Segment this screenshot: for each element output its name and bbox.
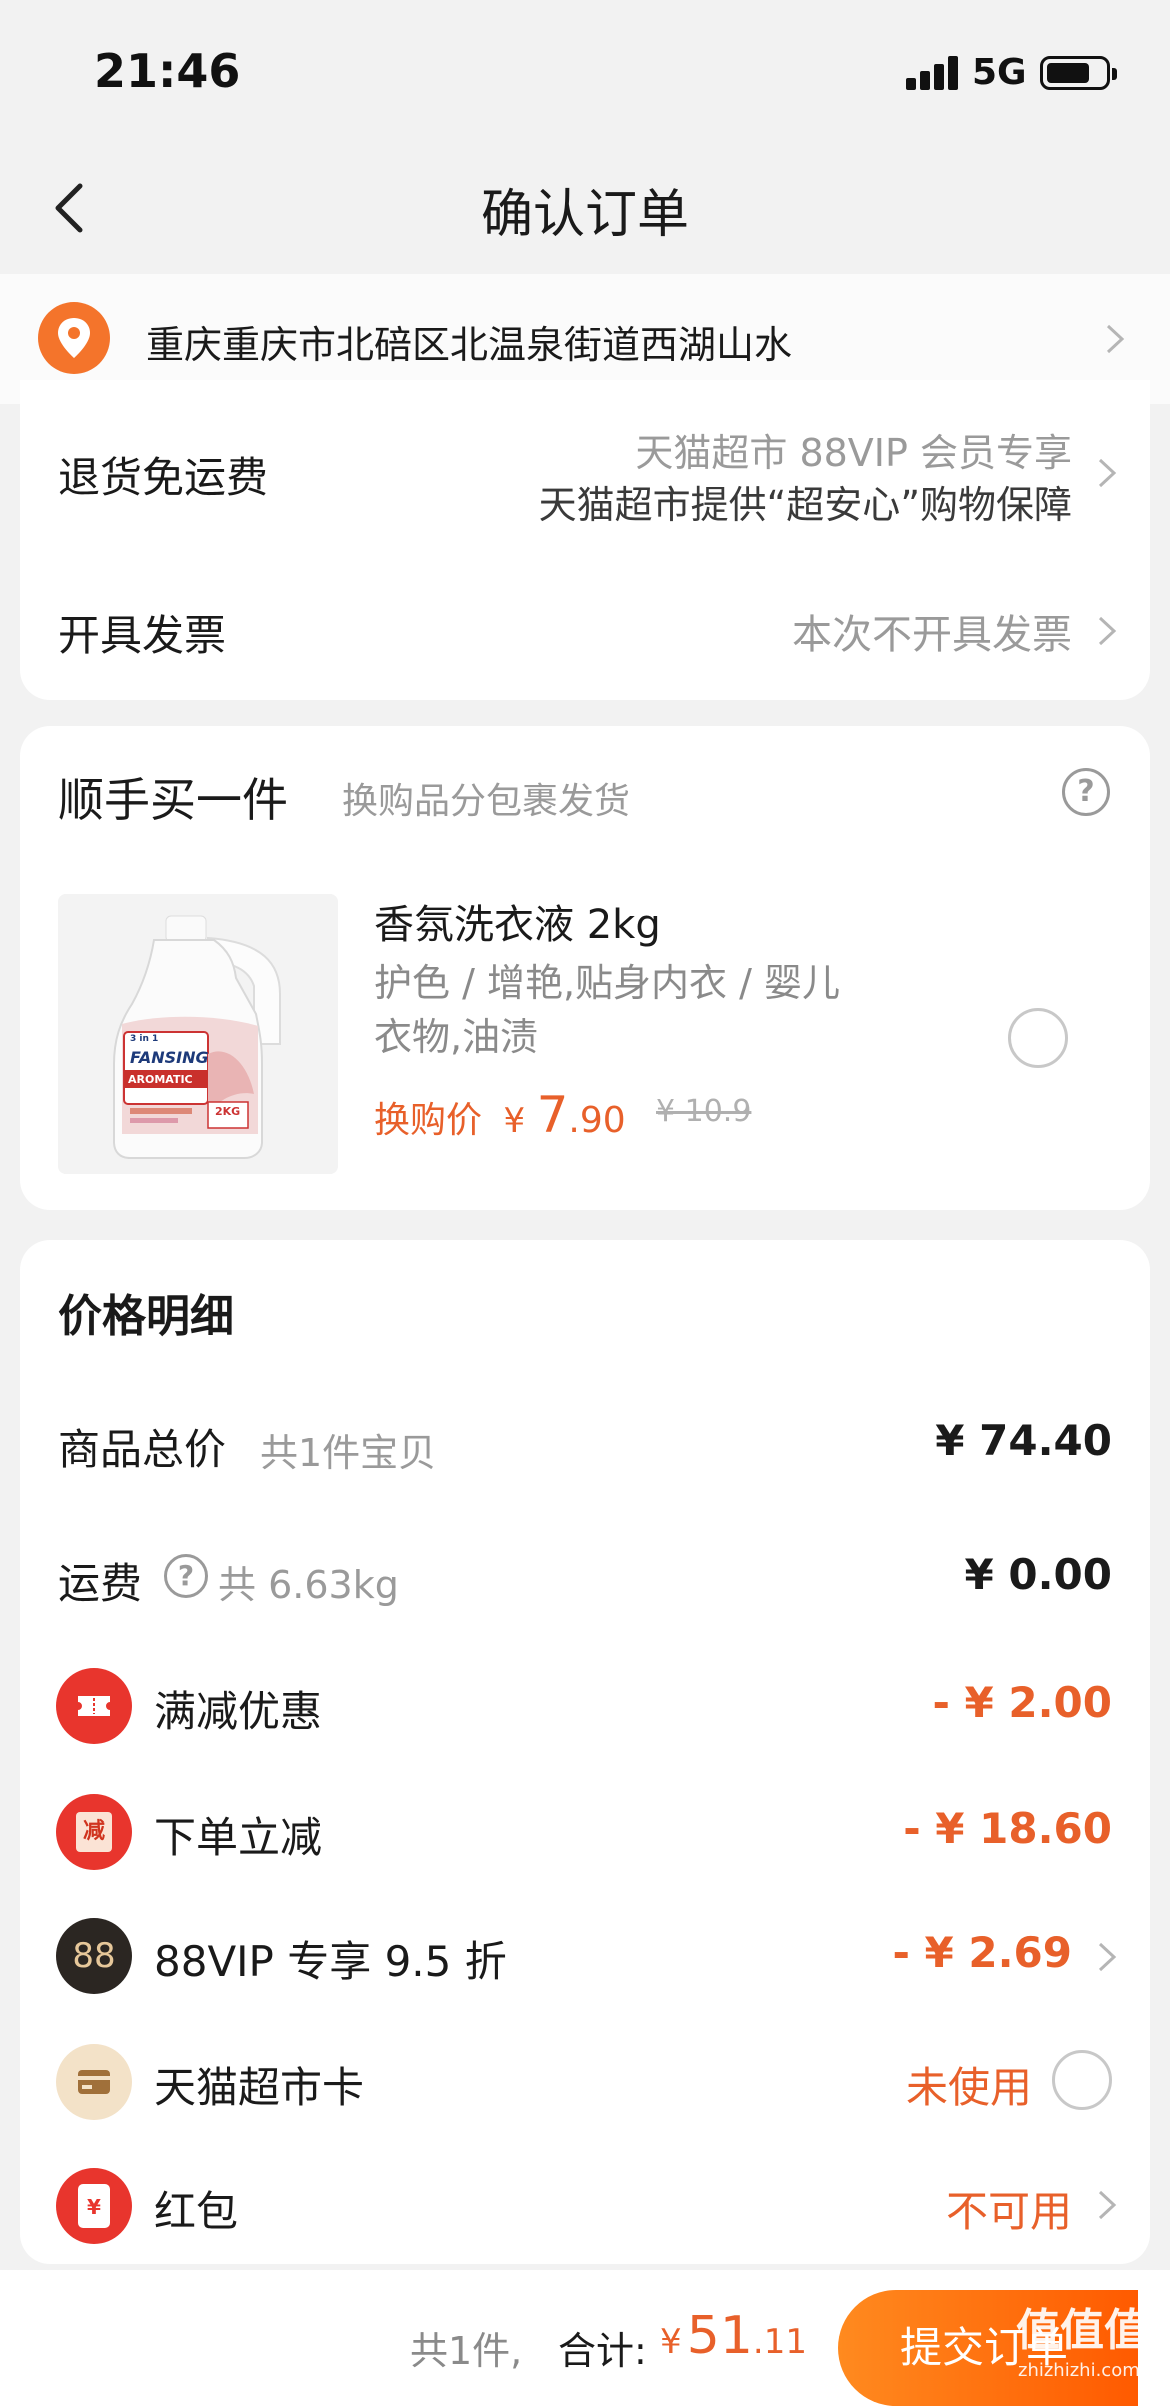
red-packet-label: 红包 [154,2187,239,2236]
status-bar: 21:46 5G [0,0,1170,150]
network-label: 5G [972,52,1027,93]
page-title: 确认订单 [480,185,689,245]
return-shipping-line2: 天猫超市提供“超安心”购物保障 [538,483,1072,527]
red-packet-glyph: ¥ [78,2184,110,2228]
chevron-right-icon[interactable] [1096,2188,1118,2222]
goods-total-value: ¥ 74.40 [935,1416,1112,1465]
vip-discount-value[interactable]: - ¥ 2.69 [892,1928,1072,1977]
red-packet-icon: ¥ [56,2168,132,2244]
chevron-right-icon[interactable] [1096,1940,1118,1974]
battery-icon [1040,56,1117,90]
item-count: 共1件, [410,2329,523,2373]
invoice-value[interactable]: 本次不开具发票 [792,602,1072,660]
checkout-bar: 共1件, 合计: ¥ 51.11 提交订单 值值值 zhizhizhi.com [0,2270,1170,2406]
total-label: 合计: [558,2329,647,2373]
supermarket-card-radio[interactable] [1052,2050,1112,2110]
full-reduction-value: - ¥ 2.00 [932,1678,1112,1727]
card-icon [56,2044,132,2120]
addon-price-dec: .90 [568,1100,626,1141]
instant-discount-label: 下单立减 [154,1813,323,1862]
discount-icon: 减 [56,1794,132,1870]
instant-discount-value: - ¥ 18.60 [903,1804,1112,1853]
total-int: 51 [686,2306,753,2366]
price-detail-card: 价格明细 商品总价 共1件宝贝 ¥ 74.40 运费 ? 共 6.63kg ¥ … [20,1240,1150,2264]
ticket-icon [56,1668,132,1744]
invoice-label: 开具发票 [58,611,227,660]
return-shipping-line1: 天猫超市 88VIP 会员专享 [635,431,1072,475]
supermarket-card-label: 天猫超市卡 [154,2063,365,2112]
location-pin-icon [38,302,110,374]
addon-subtitle: 换购品分包裹发货 [342,781,631,822]
address-text: 重庆重庆市北碚区北温泉街道西湖山水 [146,323,793,367]
service-card: 退货免运费 天猫超市 88VIP 会员专享 天猫超市提供“超安心”购物保障 开具… [20,380,1150,700]
shipping-value: ¥ 0.00 [964,1550,1112,1599]
shipping-weight: 共 6.63kg [218,1563,399,1607]
signal-icon [906,56,958,90]
vip-icon: 88 [56,1918,132,1994]
return-shipping-label: 退货免运费 [58,453,269,502]
bottle-variant: AROMATIC [128,1073,193,1086]
supermarket-card-value: 未使用 [905,2063,1032,2112]
addon-price: 换购价 ¥ 7.90 [374,1086,626,1144]
addon-price-label: 换购价 [374,1100,483,1141]
chevron-right-icon[interactable] [1096,614,1118,648]
goods-total-label: 商品总价 [58,1425,227,1474]
vip-discount-label: 88VIP 专享 9.5 折 [154,1937,507,1986]
full-reduction-label: 满减优惠 [154,1687,323,1736]
chevron-right-icon [1104,322,1126,356]
bottle-tag-icon: 3 in 1 [130,1034,159,1044]
addon-price-int: 7 [536,1086,569,1144]
addon-select-radio[interactable] [1008,1008,1068,1068]
original-price: ¥ 10.9 [656,1094,752,1129]
product-name[interactable]: 香氛洗衣液 2kg [374,892,661,950]
addon-price-currency: ¥ [503,1101,526,1141]
chevron-right-icon[interactable] [1096,456,1118,490]
shipping-label: 运费 [58,1559,143,1608]
product-desc-line2: 衣物,油渍 [374,1015,539,1059]
price-detail-title: 价格明细 [58,1291,234,1342]
product-desc-line1: 护色 / 增艳,贴身内衣 / 婴儿 [374,961,841,1005]
red-packet-value[interactable]: 不可用 [946,2178,1072,2239]
discount-icon-glyph: 减 [76,1812,112,1852]
watermark-url: zhizhizhi.com [1018,2360,1140,2381]
total-price: ¥ 51.11 [660,2306,807,2366]
help-icon[interactable]: ? [1062,768,1110,816]
bottle-brand: FANSING [130,1048,209,1067]
watermark: 值值值 [1016,2305,1148,2356]
goods-count: 共1件宝贝 [260,1431,437,1475]
total-currency: ¥ [660,2322,682,2362]
addon-card: 顺手买一件 换购品分包裹发货 ? 3 in 1 FANSING AROMATIC… [20,726,1150,1210]
status-time: 21:46 [94,44,241,98]
bottle-weight: 2KG [215,1105,241,1118]
addon-title: 顺手买一件 [58,773,288,827]
total-dec: .11 [752,2322,807,2362]
help-icon[interactable]: ? [164,1554,208,1598]
product-image[interactable]: 3 in 1 FANSING AROMATIC 2KG [58,894,338,1174]
